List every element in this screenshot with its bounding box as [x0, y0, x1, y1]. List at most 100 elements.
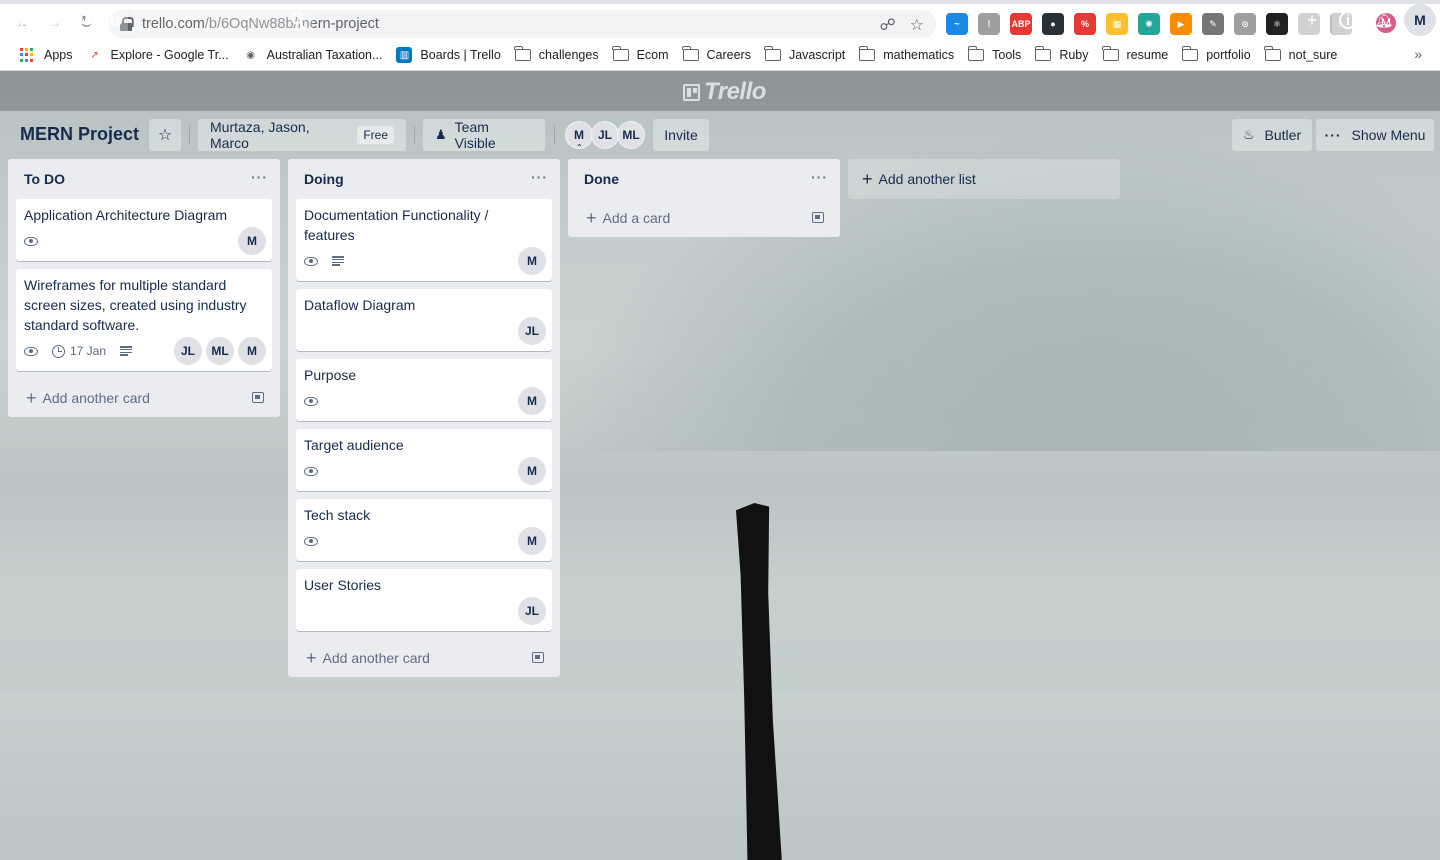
card-member-avatar[interactable]: M [518, 387, 546, 415]
card-member-avatar[interactable]: ML [206, 337, 234, 365]
card-template-icon[interactable] [812, 212, 824, 223]
bookmark-resume[interactable]: resume [1097, 43, 1177, 67]
bookmark-star-icon[interactable]: ☆ [910, 15, 924, 35]
list-title[interactable]: Doing [304, 171, 344, 187]
card[interactable]: Target audience M [296, 429, 552, 491]
board-member-avatar[interactable]: ML [617, 121, 645, 149]
list-header[interactable]: To DO ··· [8, 159, 280, 199]
globe-icon: ◉ [246, 49, 255, 61]
admin-chevron-icon: ⌃ [576, 143, 583, 152]
bookmark-explore-google-tr[interactable]: ↗ Explore - Google Tr... [81, 43, 237, 67]
bookmark-apps[interactable]: Apps [14, 43, 81, 67]
bookmark-label: Boards | Trello [420, 48, 501, 62]
card-member-avatar[interactable]: M [518, 247, 546, 275]
bookmark-javascript[interactable]: Javascript [759, 43, 853, 67]
bookmark-mathematics[interactable]: mathematics [853, 43, 962, 67]
card[interactable]: User Stories JL [296, 569, 552, 631]
star-icon: ☆ [157, 127, 173, 144]
ext-gray-badge-icon[interactable]: ! [978, 13, 1000, 35]
butler-icon: ♨ [1242, 127, 1255, 142]
star-board-button[interactable]: ☆ [149, 119, 181, 151]
card-member-avatar[interactable]: JL [174, 337, 202, 365]
list-title[interactable]: Done [584, 171, 619, 187]
bookmark-label: Ecom [636, 48, 669, 62]
card-members: M [518, 457, 546, 485]
bookmark-careers[interactable]: Careers [677, 43, 759, 67]
create-button[interactable]: + [1296, 4, 1328, 36]
card[interactable]: Application Architecture Diagram M [16, 199, 272, 261]
card[interactable]: Dataflow Diagram JL [296, 289, 552, 351]
ext-eyedropper-icon[interactable]: ✎ [1202, 13, 1224, 35]
info-button[interactable]: i [1332, 4, 1364, 36]
card[interactable]: Wireframes for multiple standard screen … [16, 269, 272, 371]
list-to-do: To DO ··· Application Architecture Diagram… [8, 159, 280, 417]
search-input[interactable] [133, 4, 313, 36]
divider [414, 126, 415, 144]
bookmark-portfolio[interactable]: portfolio [1176, 43, 1258, 67]
list-menu-icon[interactable]: ··· [811, 169, 828, 185]
ext-react-icon[interactable]: ⚛ [1266, 13, 1288, 35]
show-menu-button[interactable]: ··· Show Menu [1316, 119, 1434, 151]
ext-gray-circle-icon[interactable]: ⊙ [1234, 13, 1256, 35]
boards-button[interactable]: Boards [40, 4, 128, 36]
card-member-avatar[interactable]: M [238, 337, 266, 365]
card-member-avatar[interactable]: M [518, 527, 546, 555]
card-member-avatar[interactable]: JL [518, 317, 546, 345]
card-badges [304, 387, 544, 415]
member-initials: JL [597, 128, 612, 142]
description-badge [120, 346, 133, 356]
visibility-button[interactable]: ♟ Team Visible [423, 119, 545, 151]
bookmark-not-sure[interactable]: not_sure [1259, 43, 1346, 67]
card-template-icon[interactable] [252, 392, 264, 403]
card-members: JL ML M [174, 337, 266, 365]
google-trends-icon: ↗ [90, 49, 99, 61]
ext-dark-drop-icon[interactable]: ● [1042, 13, 1064, 35]
card-member-avatar[interactable]: M [518, 457, 546, 485]
user-avatar[interactable]: M [1404, 4, 1436, 36]
card[interactable]: Documentation Functionality / features M [296, 199, 552, 281]
member-initials: M [574, 128, 584, 142]
add-card-button[interactable]: + Add another card [288, 639, 560, 677]
list-title[interactable]: To DO [24, 171, 65, 187]
card[interactable]: Purpose M [296, 359, 552, 421]
add-card-label: Add another card [42, 390, 150, 406]
card-title: Wireframes for multiple standard screen … [24, 277, 247, 333]
ext-teal-atom-icon[interactable]: ✺ [1138, 13, 1160, 35]
ext-blue-swoosh-icon[interactable]: ~ [946, 13, 968, 35]
team-button[interactable]: Murtaza, Jason, Marco Free [198, 119, 406, 151]
site-settings-icon[interactable]: ☍ [879, 15, 895, 35]
home-button[interactable] [4, 4, 36, 36]
trello-logo[interactable]: Trello [683, 78, 766, 106]
card-member-avatar[interactable]: M [238, 227, 266, 255]
invite-button[interactable]: Invite [653, 119, 709, 151]
card-template-icon[interactable] [532, 652, 544, 663]
ext-orange-play-icon[interactable]: ▶ [1170, 13, 1192, 35]
apps-grid-icon [20, 48, 34, 62]
butler-button[interactable]: ♨ Butler [1232, 119, 1312, 151]
add-list-button[interactable]: + Add another list [848, 159, 1120, 199]
bookmark-boards-trello[interactable]: ▥ Boards | Trello [390, 43, 508, 67]
board-member-avatar[interactable]: JL [591, 121, 619, 149]
bookmark-australian-taxation[interactable]: ◉ Australian Taxation... [237, 43, 391, 67]
bookmark-tools[interactable]: Tools [962, 43, 1029, 67]
card[interactable]: Tech stack M [296, 499, 552, 561]
bookmark-challenges[interactable]: challenges [509, 43, 607, 67]
bookmarks-overflow-icon[interactable]: » [1414, 46, 1422, 62]
list-menu-icon[interactable]: ··· [531, 169, 548, 185]
ext-colorful-icon[interactable]: ▦ [1106, 13, 1128, 35]
add-card-button[interactable]: + Add a card [568, 199, 840, 237]
ext-red-percent-icon[interactable]: % [1074, 13, 1096, 35]
bookmark-label: Apps [44, 48, 73, 62]
board-member-avatar[interactable]: M ⌃ [565, 121, 593, 152]
bookmark-ecom[interactable]: Ecom [607, 43, 677, 67]
notifications-button[interactable]: 🔔︎ [1368, 4, 1400, 36]
list-menu-icon[interactable]: ··· [251, 169, 268, 185]
add-card-button[interactable]: + Add another card [8, 379, 280, 417]
bookmark-ruby[interactable]: Ruby [1029, 43, 1096, 67]
list-header[interactable]: Doing ··· [288, 159, 560, 199]
ext-adblock-icon[interactable]: ABP [1010, 13, 1032, 35]
board-title[interactable]: MERN Project [20, 124, 139, 145]
due-date-badge[interactable]: 17 Jan [52, 344, 106, 358]
card-member-avatar[interactable]: JL [518, 597, 546, 625]
list-header[interactable]: Done ··· [568, 159, 840, 199]
